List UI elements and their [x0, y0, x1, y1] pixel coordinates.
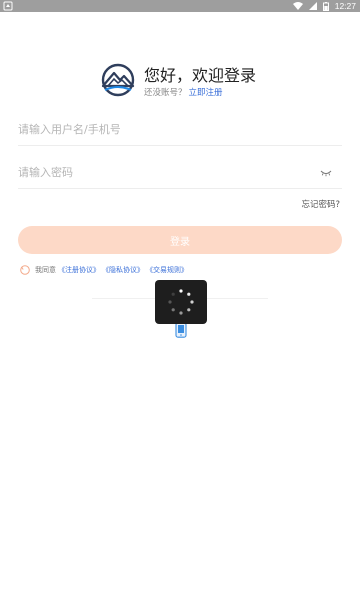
- register-prompt: 还没账号？ 立即注册: [144, 86, 223, 98]
- register-agreement-link[interactable]: 《注册协议》: [58, 265, 100, 275]
- no-account-text: 还没账号？: [144, 88, 187, 98]
- wifi-icon: [292, 2, 303, 10]
- phone-icon[interactable]: [175, 322, 187, 338]
- loading-spinner-icon: [168, 289, 194, 315]
- signal-icon: [308, 2, 317, 10]
- password-field: [18, 155, 342, 189]
- login-button[interactable]: 登录: [18, 226, 342, 254]
- notification-icon: [3, 1, 13, 11]
- battery-icon: [322, 1, 329, 11]
- status-bar: 12:27: [0, 0, 360, 12]
- agree-checkbox-icon[interactable]: [20, 265, 30, 275]
- greeting-title: 您好，欢迎登录: [144, 66, 257, 85]
- status-time: 12:27: [334, 1, 356, 11]
- password-input[interactable]: [18, 161, 308, 183]
- username-input[interactable]: [18, 118, 308, 140]
- register-link[interactable]: 立即注册: [189, 88, 223, 98]
- mountain-logo: [101, 63, 135, 97]
- loading-toast: [155, 280, 207, 324]
- privacy-agreement-link[interactable]: 《隐私协议》: [102, 265, 144, 275]
- agreement-prefix: 我同意: [35, 266, 56, 274]
- trade-rules-link[interactable]: 《交易规则》: [146, 265, 188, 275]
- username-field: [18, 112, 342, 146]
- forgot-password-link[interactable]: 忘记密码?: [301, 198, 340, 210]
- agreement-row: 我同意 《注册协议》 《隐私协议》 《交易规则》: [20, 265, 188, 275]
- eye-closed-icon[interactable]: [320, 169, 332, 177]
